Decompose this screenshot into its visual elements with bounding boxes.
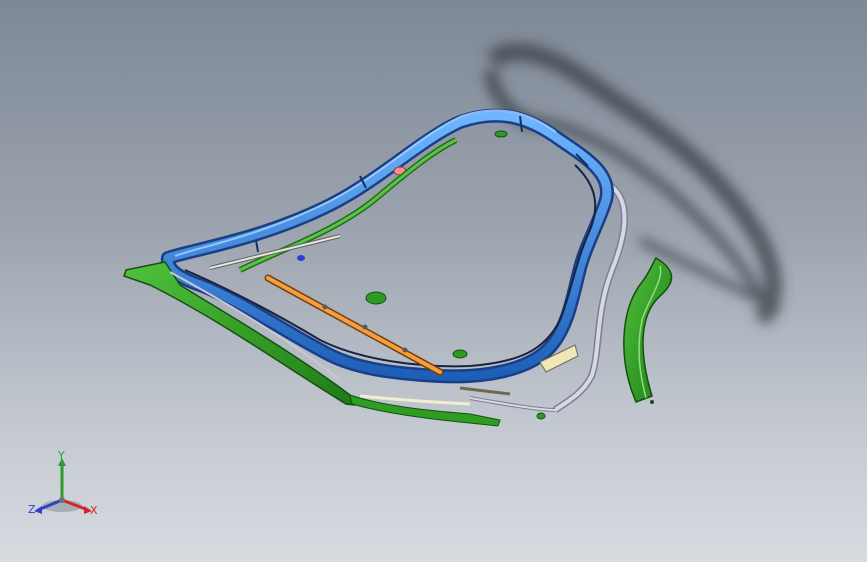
graphics-viewport[interactable]: Y X Z	[0, 0, 867, 562]
x-axis-label: X	[90, 504, 98, 517]
cad-model[interactable]	[0, 0, 867, 562]
y-axis-label: Y	[58, 449, 65, 462]
mount-hole-1[interactable]	[365, 291, 387, 305]
z-axis-label: Z	[28, 503, 36, 516]
mount-hole-2[interactable]	[452, 349, 468, 359]
mount-hole-4[interactable]	[536, 412, 546, 420]
coordinate-triad: Y X Z	[24, 448, 104, 524]
mount-hole-3[interactable]	[494, 130, 508, 138]
side-green-panel[interactable]	[623, 256, 673, 404]
model-shadow	[483, 43, 783, 327]
clip-blue[interactable]	[297, 255, 305, 261]
door-seal-loop[interactable]	[160, 108, 614, 384]
